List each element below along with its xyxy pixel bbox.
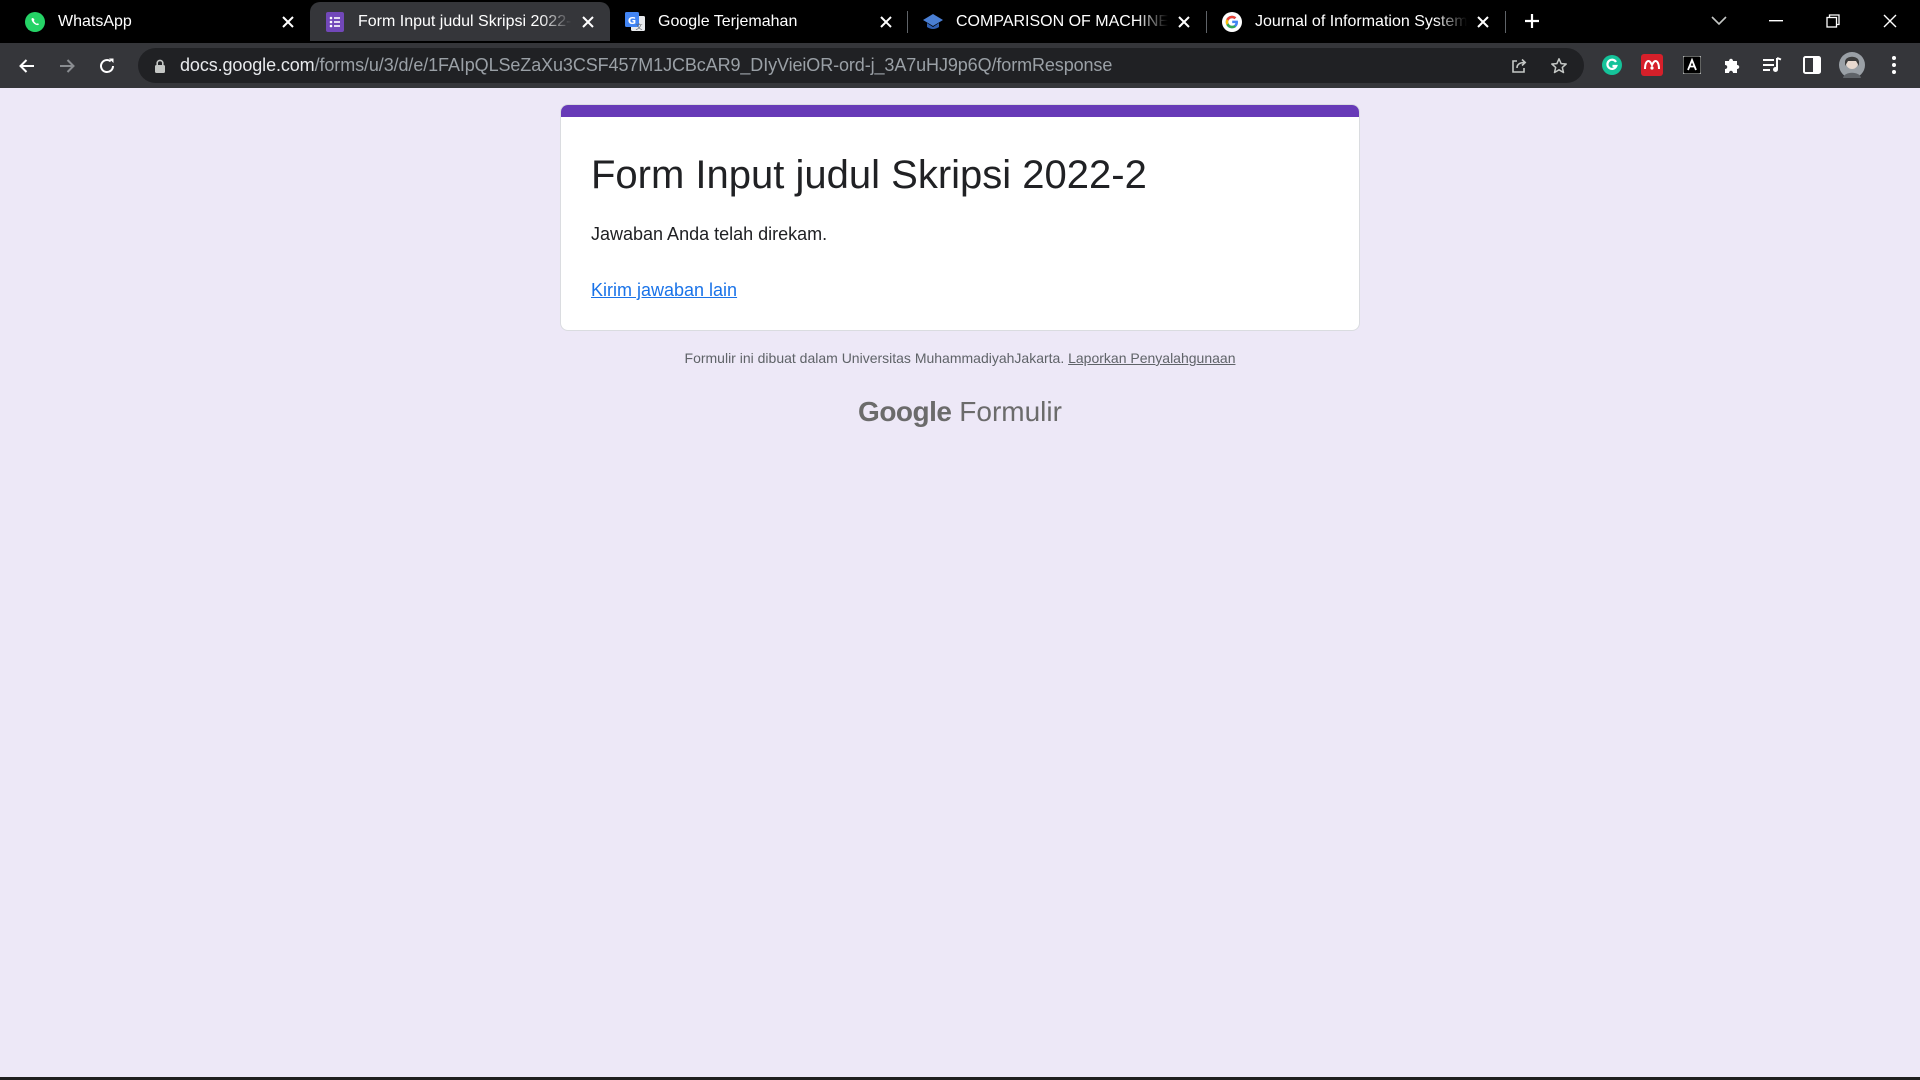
tab-title: COMPARISON OF MACHINE LEARNING	[956, 12, 1168, 30]
tab-comparison[interactable]: COMPARISON OF MACHINE LEARNING	[908, 2, 1206, 41]
browser-tab-strip: WhatsApp Form Input judul Skripsi 2022-2	[0, 0, 1920, 43]
tab-google-translate[interactable]: G 文 Google Terjemahan	[610, 2, 908, 41]
avatar[interactable]	[1839, 52, 1865, 78]
extension-a-icon[interactable]	[1680, 53, 1704, 77]
side-panel-icon[interactable]	[1800, 53, 1824, 77]
mendeley-icon[interactable]	[1640, 53, 1664, 77]
tab-close-icon[interactable]	[1174, 12, 1194, 32]
share-icon[interactable]	[1502, 48, 1536, 83]
reload-icon	[100, 58, 115, 73]
star-icon[interactable]	[1542, 48, 1576, 83]
confirmation-message: Jawaban Anda telah direkam.	[591, 224, 828, 244]
minimize-icon	[1769, 20, 1783, 22]
tab-google-forms[interactable]: Form Input judul Skripsi 2022-2	[310, 2, 610, 41]
google-translate-icon: G 文	[624, 11, 646, 33]
brand-product: Formulir	[959, 396, 1062, 427]
reload-button[interactable]	[90, 49, 124, 83]
report-abuse-link[interactable]: Laporkan Penyalahgunaan	[1068, 350, 1235, 366]
submit-another-response-link[interactable]: Kirim jawaban lain	[591, 280, 737, 301]
puzzle-icon[interactable]	[1720, 53, 1744, 77]
close-window-button[interactable]	[1874, 6, 1906, 36]
tab-title: Journal of Information Systems Engineeri…	[1255, 12, 1467, 30]
address-bar[interactable]: docs.google.com/forms/u/3/d/e/1FAIpQLSeZ…	[138, 48, 1584, 83]
tab-title: Google Terjemahan	[658, 12, 798, 30]
plus-icon	[1525, 14, 1539, 28]
whatsapp-icon	[24, 11, 46, 33]
form-confirmation-card: Form Input judul Skripsi 2022-2 Jawaban …	[560, 104, 1360, 331]
media-queue-icon[interactable]	[1760, 53, 1784, 77]
menu-icon[interactable]	[1882, 53, 1906, 77]
google-forms-logo[interactable]: Google Formulir	[560, 396, 1360, 428]
url-host: docs.google.com	[180, 55, 315, 75]
tab-search-button[interactable]	[1703, 6, 1735, 36]
google-icon	[1221, 11, 1243, 33]
form-footer-note: Formulir ini dibuat dalam Universitas Mu…	[560, 350, 1360, 366]
close-icon	[1883, 14, 1897, 28]
tab-separator	[1505, 11, 1506, 33]
tab-title: WhatsApp	[58, 12, 132, 30]
form-accent-bar	[561, 105, 1359, 117]
restore-button[interactable]	[1817, 6, 1849, 36]
lock-icon[interactable]	[150, 56, 170, 76]
tab-close-icon[interactable]	[1473, 12, 1493, 32]
url-path: /forms/u/3/d/e/1FAIpQLSeZaXu3CSF457M1JCB…	[314, 55, 1113, 75]
tab-close-icon[interactable]	[876, 12, 896, 32]
arrow-left-icon	[19, 59, 34, 73]
forward-button[interactable]	[50, 49, 84, 83]
restore-icon	[1826, 14, 1840, 28]
chevron-down-icon	[1711, 16, 1727, 26]
footer-note-text: Formulir ini dibuat dalam Universitas Mu…	[684, 350, 1065, 366]
url-text: docs.google.com/forms/u/3/d/e/1FAIpQLSeZ…	[180, 55, 1112, 76]
tab-journal[interactable]: Journal of Information Systems Engineeri…	[1207, 2, 1505, 41]
tab-close-icon[interactable]	[278, 12, 298, 32]
arrow-right-icon	[60, 59, 75, 73]
brand-google: Google	[858, 396, 952, 427]
browser-toolbar: docs.google.com/forms/u/3/d/e/1FAIpQLSeZ…	[0, 43, 1920, 88]
google-forms-icon	[324, 11, 346, 33]
tab-close-icon[interactable]	[578, 12, 598, 32]
new-tab-button[interactable]	[1516, 6, 1548, 36]
tab-whatsapp[interactable]: WhatsApp	[10, 2, 310, 41]
graduation-cap-icon	[922, 11, 944, 33]
back-button[interactable]	[10, 49, 44, 83]
grammarly-icon[interactable]	[1600, 53, 1624, 77]
tab-title: Form Input judul Skripsi 2022-2	[358, 12, 572, 30]
minimize-button[interactable]	[1760, 6, 1792, 36]
svg-text:文: 文	[636, 22, 643, 31]
form-title: Form Input judul Skripsi 2022-2	[591, 153, 1147, 197]
